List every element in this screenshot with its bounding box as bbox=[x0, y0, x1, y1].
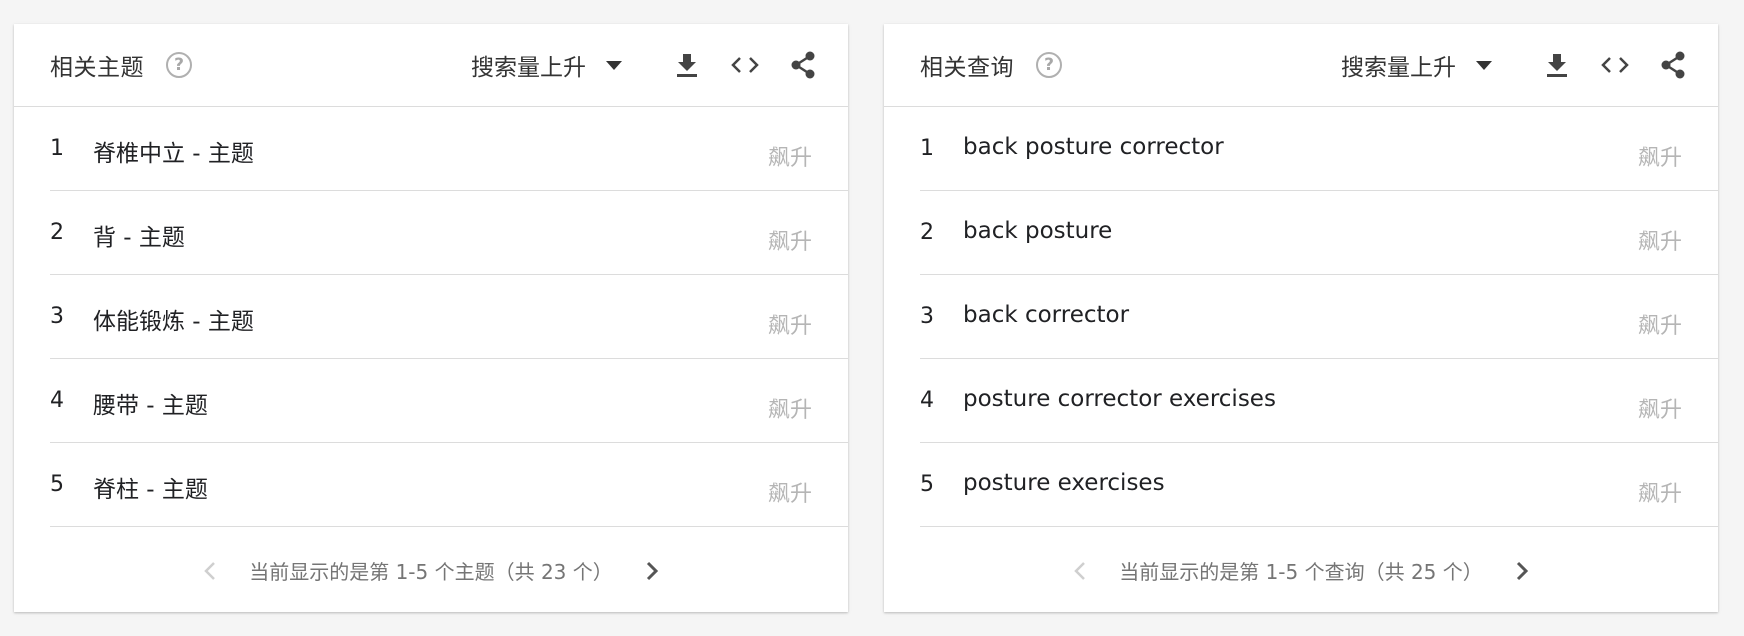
list-item[interactable]: 4 腰带 - 主题 飙升 bbox=[14, 359, 848, 443]
card-title: 相关查询 bbox=[920, 55, 1014, 81]
row-rank: 5 bbox=[920, 472, 934, 497]
list-item[interactable]: 3 体能锻炼 - 主题 飙升 bbox=[14, 275, 848, 359]
related-topics-card: 相关主题 ? 搜索量上升 1 脊椎中立 - 主题 飙升 2 背 - 主题 飙升 … bbox=[14, 24, 848, 612]
pagination-status: 当前显示的是第 1-5 个查询（共 25 个） bbox=[1119, 560, 1483, 584]
row-label: 脊椎中立 - 主题 bbox=[93, 141, 254, 167]
row-label: posture exercises bbox=[963, 470, 1165, 496]
pagination: 当前显示的是第 1-5 个主题（共 23 个） bbox=[14, 529, 848, 612]
share-icon[interactable] bbox=[1656, 48, 1690, 82]
row-rank: 1 bbox=[50, 136, 64, 161]
list-item[interactable]: 1 脊椎中立 - 主题 飙升 bbox=[14, 107, 848, 191]
queries-list: 1 back posture corrector 飙升 2 back postu… bbox=[884, 107, 1718, 527]
card-header: 相关查询 ? 搜索量上升 bbox=[884, 24, 1718, 107]
download-icon[interactable] bbox=[1540, 48, 1574, 82]
list-item[interactable]: 5 脊柱 - 主题 飙升 bbox=[14, 443, 848, 527]
pagination: 当前显示的是第 1-5 个查询（共 25 个） bbox=[884, 529, 1718, 612]
row-label: posture corrector exercises bbox=[963, 386, 1276, 412]
row-label: 体能锻炼 - 主题 bbox=[93, 309, 254, 335]
chevron-right-icon[interactable] bbox=[1507, 556, 1537, 586]
row-rank: 4 bbox=[50, 388, 64, 413]
row-rank: 3 bbox=[50, 304, 64, 329]
row-value: 飙升 bbox=[767, 314, 812, 339]
row-value: 飙升 bbox=[1637, 398, 1682, 423]
sort-label: 搜索量上升 bbox=[471, 55, 586, 81]
card-title: 相关主题 bbox=[50, 55, 144, 81]
chevron-left-icon[interactable] bbox=[195, 556, 225, 586]
row-label: back posture corrector bbox=[963, 134, 1224, 160]
row-value: 飙升 bbox=[1637, 230, 1682, 255]
sort-dropdown[interactable]: 搜索量上升 bbox=[471, 48, 622, 82]
row-value: 飙升 bbox=[767, 482, 812, 507]
row-value: 飙升 bbox=[767, 146, 812, 171]
help-icon[interactable]: ? bbox=[1036, 52, 1062, 78]
list-item[interactable]: 4 posture corrector exercises 飙升 bbox=[884, 359, 1718, 443]
row-value: 飙升 bbox=[1637, 146, 1682, 171]
row-value: 飙升 bbox=[767, 398, 812, 423]
caret-down-icon bbox=[606, 60, 622, 70]
row-rank: 1 bbox=[920, 136, 934, 161]
chevron-right-icon[interactable] bbox=[637, 556, 667, 586]
download-icon[interactable] bbox=[670, 48, 704, 82]
row-rank: 2 bbox=[50, 220, 64, 245]
help-icon[interactable]: ? bbox=[166, 52, 192, 78]
row-value: 飙升 bbox=[1637, 314, 1682, 339]
row-label: 背 - 主题 bbox=[93, 225, 185, 251]
card-header: 相关主题 ? 搜索量上升 bbox=[14, 24, 848, 107]
chevron-left-icon[interactable] bbox=[1065, 556, 1095, 586]
row-value: 飙升 bbox=[767, 230, 812, 255]
embed-code-icon[interactable] bbox=[1598, 48, 1632, 82]
row-label: 腰带 - 主题 bbox=[93, 393, 208, 419]
caret-down-icon bbox=[1476, 60, 1492, 70]
sort-dropdown[interactable]: 搜索量上升 bbox=[1341, 48, 1492, 82]
list-item[interactable]: 2 back posture 飙升 bbox=[884, 191, 1718, 275]
list-item[interactable]: 2 背 - 主题 飙升 bbox=[14, 191, 848, 275]
row-rank: 3 bbox=[920, 304, 934, 329]
row-rank: 4 bbox=[920, 388, 934, 413]
list-item[interactable]: 3 back corrector 飙升 bbox=[884, 275, 1718, 359]
row-label: back posture bbox=[963, 218, 1113, 244]
sort-label: 搜索量上升 bbox=[1341, 55, 1456, 81]
share-icon[interactable] bbox=[786, 48, 820, 82]
embed-code-icon[interactable] bbox=[728, 48, 762, 82]
topics-list: 1 脊椎中立 - 主题 飙升 2 背 - 主题 飙升 3 体能锻炼 - 主题 飙… bbox=[14, 107, 848, 527]
related-queries-card: 相关查询 ? 搜索量上升 1 back posture corrector 飙升… bbox=[884, 24, 1718, 612]
list-item[interactable]: 5 posture exercises 飙升 bbox=[884, 443, 1718, 527]
pagination-status: 当前显示的是第 1-5 个主题（共 23 个） bbox=[249, 560, 613, 584]
divider bbox=[920, 526, 1718, 527]
row-rank: 5 bbox=[50, 472, 64, 497]
row-value: 飙升 bbox=[1637, 482, 1682, 507]
row-rank: 2 bbox=[920, 220, 934, 245]
row-label: back corrector bbox=[963, 302, 1130, 328]
divider bbox=[50, 526, 848, 527]
row-label: 脊柱 - 主题 bbox=[93, 477, 208, 503]
list-item[interactable]: 1 back posture corrector 飙升 bbox=[884, 107, 1718, 191]
